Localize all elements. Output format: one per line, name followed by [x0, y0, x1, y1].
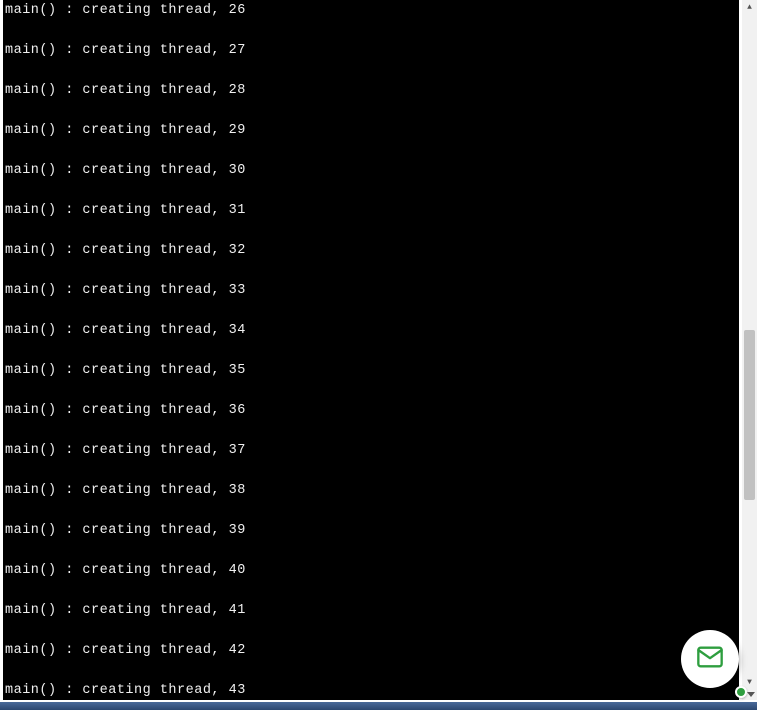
log-line: main() : creating thread, 27 — [5, 43, 737, 59]
log-line: main() : creating thread, 37 — [5, 443, 737, 459]
mail-icon — [696, 643, 724, 676]
log-line: main() : creating thread, 33 — [5, 283, 737, 299]
log-line: main() : creating thread, 43 — [5, 683, 737, 699]
log-line: main() : creating thread, 28 — [5, 83, 737, 99]
log-line: main() : creating thread, 41 — [5, 603, 737, 619]
terminal-output: main() : creating thread, 26 main() : cre… — [3, 0, 739, 700]
log-line: main() : creating thread, 40 — [5, 563, 737, 579]
log-line: main() : creating thread, 42 — [5, 643, 737, 659]
terminal-window: main() : creating thread, 26 main() : cre… — [3, 0, 739, 700]
scroll-up-arrow-icon[interactable]: ▲ — [742, 0, 757, 15]
log-line: main() : creating thread, 38 — [5, 483, 737, 499]
log-line: main() : creating thread, 30 — [5, 163, 737, 179]
chevron-down-icon[interactable] — [747, 692, 755, 697]
notification-badge[interactable] — [735, 686, 747, 698]
window-bottom-border — [0, 702, 757, 710]
log-line: main() : creating thread, 39 — [5, 523, 737, 539]
log-line: main() : creating thread, 26 — [5, 3, 737, 19]
log-line: main() : creating thread, 31 — [5, 203, 737, 219]
log-line: main() : creating thread, 32 — [5, 243, 737, 259]
log-line: main() : creating thread, 36 — [5, 403, 737, 419]
scrollbar-track[interactable]: ▲ ▼ — [742, 0, 757, 700]
log-line: main() : creating thread, 29 — [5, 123, 737, 139]
scrollbar-thumb[interactable] — [744, 330, 755, 500]
log-line: main() : creating thread, 35 — [5, 363, 737, 379]
log-line: main() : creating thread, 34 — [5, 323, 737, 339]
chat-button[interactable] — [681, 630, 739, 688]
